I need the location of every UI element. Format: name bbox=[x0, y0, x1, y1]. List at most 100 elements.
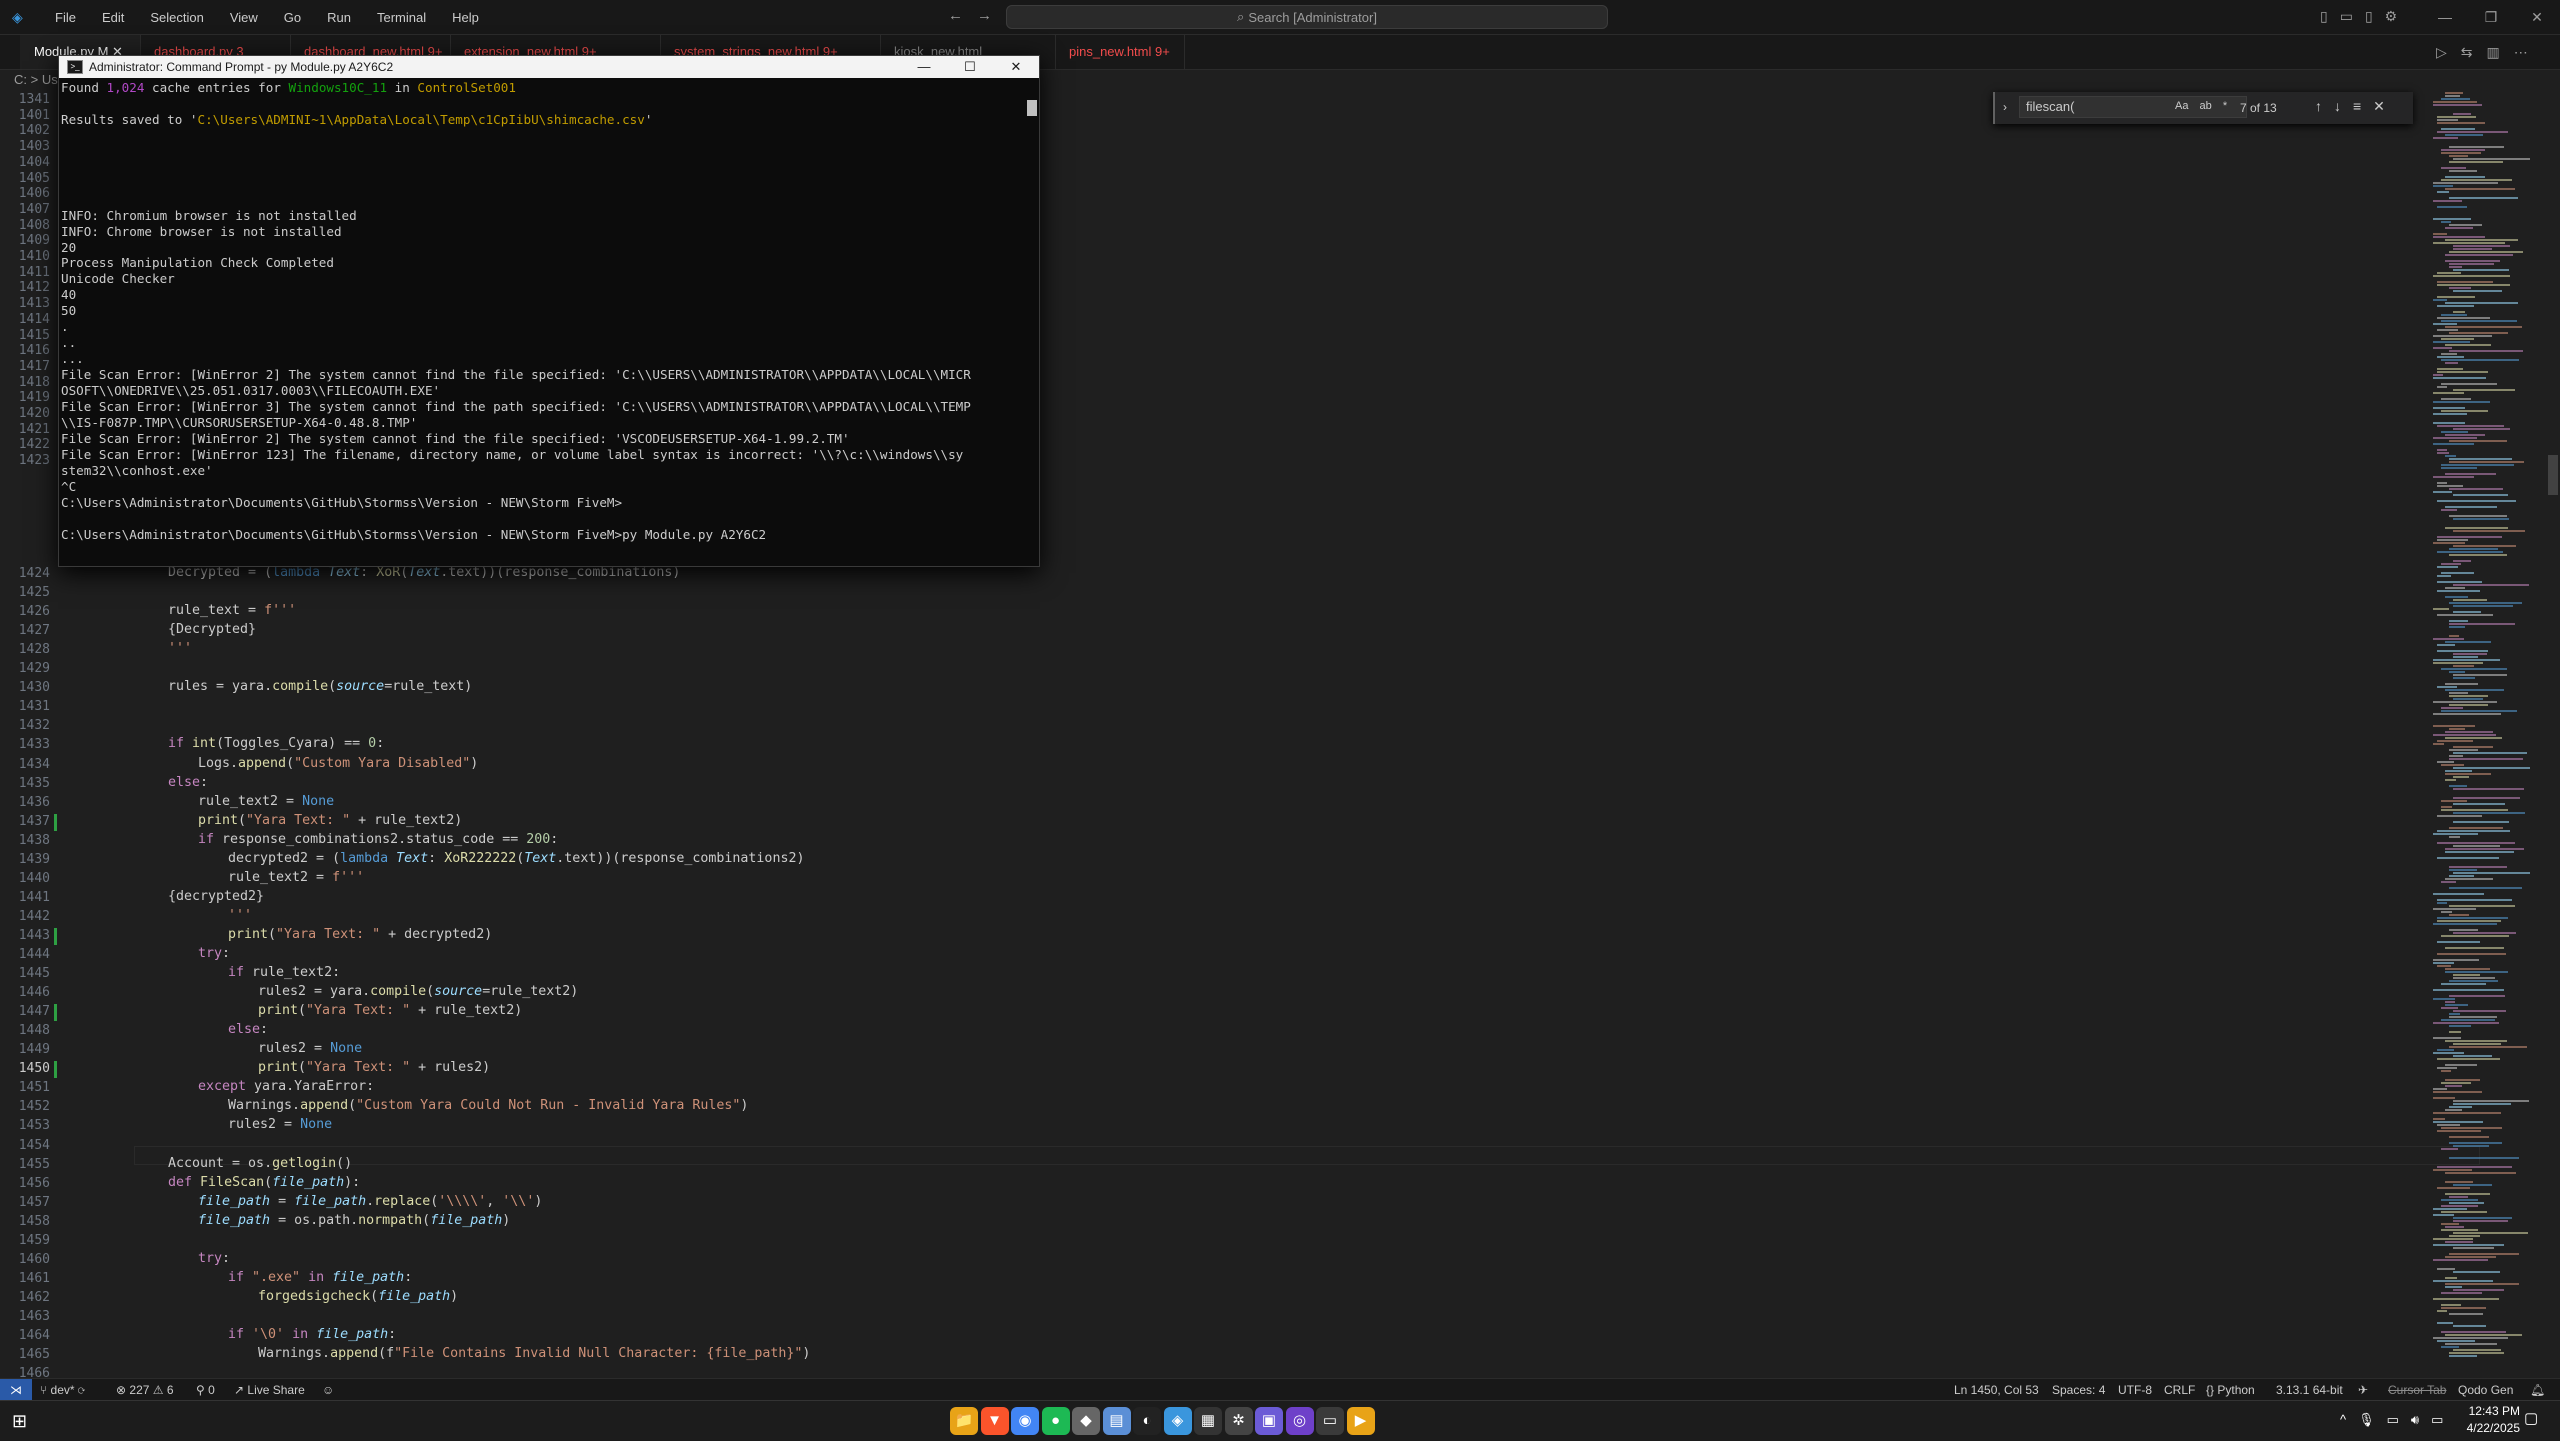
restore-button[interactable]: ❐ bbox=[2468, 0, 2514, 34]
encoding-status[interactable]: UTF-8 bbox=[2118, 1383, 2152, 1397]
minimap[interactable] bbox=[2425, 92, 2555, 1372]
code-line[interactable]: rules2 = yara.compile(source=rule_text2) bbox=[258, 984, 578, 999]
cursor-tab-status[interactable]: Cursor Tab bbox=[2388, 1383, 2446, 1397]
code-line[interactable]: else: bbox=[228, 1022, 268, 1037]
code-line[interactable]: if '\0' in file_path: bbox=[228, 1327, 396, 1342]
problems-status[interactable]: ⊗ 227 ⚠ 6 bbox=[116, 1383, 174, 1397]
run-icon[interactable]: ▷ bbox=[2436, 44, 2447, 61]
toggle-replace-icon[interactable]: › bbox=[2003, 100, 2007, 114]
branch-status[interactable]: ⑂ dev* ⟳ bbox=[40, 1383, 85, 1397]
close-find-icon[interactable]: ✕ bbox=[2373, 98, 2385, 115]
code-line[interactable]: try: bbox=[198, 1251, 230, 1266]
menu-go[interactable]: Go bbox=[271, 10, 314, 25]
media-icon[interactable]: ▶ bbox=[1346, 1407, 1375, 1435]
toggle-secondary-sidebar-icon[interactable]: ▯ bbox=[2365, 8, 2373, 25]
code-line[interactable]: {Decrypted} bbox=[168, 622, 256, 637]
next-match-icon[interactable]: ↓ bbox=[2334, 98, 2341, 115]
cmd-close-button[interactable]: ✕ bbox=[993, 56, 1039, 78]
spotify-icon[interactable]: ● bbox=[1041, 1407, 1070, 1435]
notifications-icon[interactable]: ▢ bbox=[2524, 1409, 2538, 1427]
code-line[interactable]: rule_text2 = f''' bbox=[228, 870, 364, 885]
code-line[interactable]: {decrypted2} bbox=[168, 889, 264, 904]
code-line[interactable]: if ".exe" in file_path: bbox=[228, 1270, 412, 1285]
code-line[interactable]: file_path = os.path.normpath(file_path) bbox=[198, 1213, 510, 1228]
menu-terminal[interactable]: Terminal bbox=[364, 10, 439, 25]
compare-icon[interactable]: ⇆ bbox=[2461, 44, 2473, 61]
back-arrow-icon[interactable]: ← bbox=[948, 7, 963, 24]
code-line[interactable]: if int(Toggles_Cyara) == 0: bbox=[168, 736, 384, 751]
code-line[interactable]: print("Yara Text: " + rule_text2) bbox=[258, 1003, 522, 1018]
eol-status[interactable]: CRLF bbox=[2164, 1383, 2195, 1397]
code-line[interactable]: Logs.append("Custom Yara Disabled") bbox=[198, 756, 478, 771]
scrollbar-thumb[interactable] bbox=[2548, 455, 2558, 495]
code-line[interactable]: except yara.YaraError: bbox=[198, 1079, 374, 1094]
more-actions-icon[interactable]: ⋯ bbox=[2514, 44, 2528, 61]
app-icon[interactable]: ◆ bbox=[1072, 1407, 1100, 1435]
tab-6[interactable]: pins_new.html 9+ bbox=[1055, 35, 1185, 69]
language-status[interactable]: {} Python bbox=[2206, 1383, 2255, 1397]
code-line[interactable]: rule_text2 = None bbox=[198, 794, 334, 809]
close-button[interactable]: ✕ bbox=[2514, 0, 2560, 34]
code-line[interactable]: rule_text = f''' bbox=[168, 603, 296, 618]
indentation-status[interactable]: Spaces: 4 bbox=[2052, 1383, 2105, 1397]
cursor-position[interactable]: Ln 1450, Col 53 bbox=[1954, 1383, 2039, 1397]
menu-selection[interactable]: Selection bbox=[137, 10, 216, 25]
code-line[interactable]: Warnings.append(f"File Contains Invalid … bbox=[258, 1346, 810, 1361]
terminal-icon[interactable]: ▭ bbox=[1316, 1407, 1344, 1435]
settings-app-icon[interactable]: ✲ bbox=[1224, 1407, 1253, 1435]
code-line[interactable]: if response_combinations2.status_code ==… bbox=[198, 832, 558, 847]
breadcrumb[interactable]: C: > Us bbox=[14, 72, 58, 87]
cmd-maximize-button[interactable]: ☐ bbox=[947, 56, 993, 78]
chrome-icon[interactable]: ◉ bbox=[1011, 1407, 1039, 1435]
liveshare-status[interactable]: ↗ Live Share bbox=[234, 1383, 305, 1397]
cmd-output[interactable]: Found 1,024 cache entries for Windows10C… bbox=[61, 80, 1019, 564]
split-editor-icon[interactable]: ▥ bbox=[2487, 44, 2500, 61]
code-line[interactable]: print("Yara Text: " + rule_text2) bbox=[198, 813, 462, 828]
whole-word-toggle[interactable]: ab bbox=[2200, 100, 2212, 112]
feedback-icon[interactable]: ☺ bbox=[322, 1383, 334, 1397]
code-line[interactable]: ''' bbox=[228, 908, 252, 923]
code-line[interactable]: rules = yara.compile(source=rule_text) bbox=[168, 679, 472, 694]
code-line[interactable]: Decrypted = (lambda Text: XoR(Text.text)… bbox=[168, 565, 680, 580]
code-line[interactable]: def FileScan(file_path): bbox=[168, 1175, 360, 1190]
menu-file[interactable]: File bbox=[42, 10, 89, 25]
vscode-taskbar-icon[interactable]: ◈ bbox=[1163, 1407, 1192, 1435]
notes-icon[interactable]: ▤ bbox=[1102, 1407, 1131, 1435]
microphone-icon[interactable]: 🎙︎ bbox=[2358, 1412, 2375, 1428]
previous-match-icon[interactable]: ↑ bbox=[2315, 98, 2322, 115]
code-line[interactable]: rules2 = None bbox=[258, 1041, 362, 1056]
code-line[interactable]: else: bbox=[168, 775, 208, 790]
find-in-selection-icon[interactable]: ≡ bbox=[2353, 98, 2361, 115]
copilot-icon[interactable]: ✈ bbox=[2358, 1383, 2368, 1397]
bell-icon[interactable]: 🔔︎ bbox=[2530, 1383, 2545, 1397]
menu-edit[interactable]: Edit bbox=[89, 10, 137, 25]
forward-arrow-icon[interactable]: → bbox=[977, 7, 992, 24]
code-line[interactable]: rules2 = None bbox=[228, 1117, 332, 1132]
github-icon[interactable]: ◎ bbox=[1285, 1407, 1314, 1435]
speaker-icon[interactable]: 🔊︎ bbox=[2411, 1412, 2419, 1428]
code-line[interactable]: Warnings.append("Custom Yara Could Not R… bbox=[228, 1098, 748, 1113]
interpreter-status[interactable]: 3.13.1 64-bit bbox=[2276, 1383, 2343, 1397]
code-line[interactable]: decrypted2 = (lambda Text: XoR222222(Tex… bbox=[228, 851, 804, 866]
photos-icon[interactable]: ▣ bbox=[1255, 1407, 1283, 1435]
brave-icon[interactable]: ▼ bbox=[980, 1407, 1009, 1435]
toggle-panel-icon[interactable]: ▭ bbox=[2340, 8, 2353, 25]
match-case-toggle[interactable]: Aa bbox=[2175, 100, 2188, 112]
command-prompt-window[interactable]: >_ Administrator: Command Prompt - py Mo… bbox=[58, 55, 1040, 567]
toggle-sidebar-icon[interactable]: ▯ bbox=[2320, 8, 2328, 25]
code-line[interactable]: forgedsigcheck(file_path) bbox=[258, 1289, 458, 1304]
remote-indicator-icon[interactable]: ⋊ bbox=[0, 1379, 32, 1401]
command-center[interactable]: ⌕ Search [Administrator] bbox=[1006, 5, 1608, 29]
ports-status[interactable]: ⚲ 0 bbox=[196, 1383, 215, 1397]
menu-run[interactable]: Run bbox=[314, 10, 364, 25]
menu-help[interactable]: Help bbox=[439, 10, 492, 25]
cmd-title-bar[interactable]: >_ Administrator: Command Prompt - py Mo… bbox=[59, 56, 1039, 78]
code-line[interactable]: file_path = file_path.replace('\\\\', '\… bbox=[198, 1194, 542, 1209]
taskbar-clock[interactable]: 12:43 PM 4/22/2025 bbox=[2440, 1403, 2520, 1437]
code-line[interactable]: if rule_text2: bbox=[228, 965, 340, 980]
customize-layout-icon[interactable]: ⚙ bbox=[2385, 8, 2398, 25]
cmd-minimize-button[interactable]: — bbox=[901, 56, 947, 78]
qodo-status[interactable]: Qodo Gen bbox=[2458, 1383, 2513, 1397]
cmd-scrollbar-thumb[interactable] bbox=[1027, 100, 1037, 116]
code-line[interactable]: print("Yara Text: " + rules2) bbox=[258, 1060, 490, 1075]
